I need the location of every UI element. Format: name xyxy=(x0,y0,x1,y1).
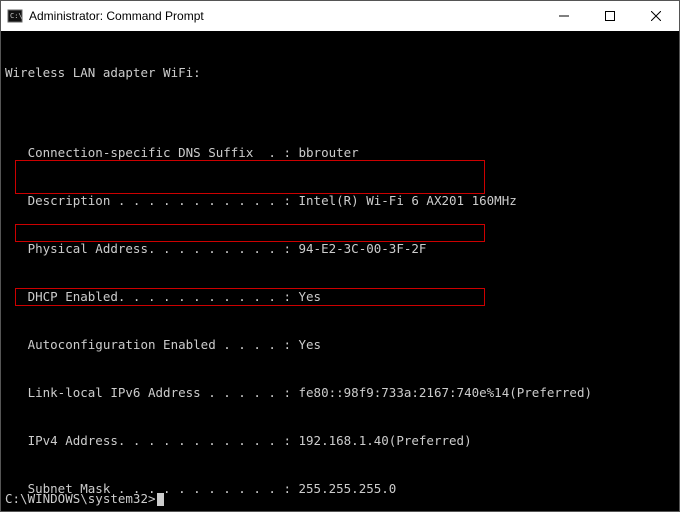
output-line: Wireless LAN adapter WiFi: xyxy=(5,65,675,81)
close-icon xyxy=(651,11,661,21)
prompt-text: C:\WINDOWS\system32> xyxy=(5,491,156,506)
highlight-default-gateway xyxy=(15,224,485,242)
svg-text:C:\: C:\ xyxy=(10,12,23,20)
window-title: Administrator: Command Prompt xyxy=(29,9,204,23)
output-line: DHCP Enabled. . . . . . . . . . . : Yes xyxy=(5,289,675,305)
output-line: IPv4 Address. . . . . . . . . . . : 192.… xyxy=(5,433,675,449)
close-button[interactable] xyxy=(633,1,679,31)
maximize-button[interactable] xyxy=(587,1,633,31)
output-line: Link-local IPv6 Address . . . . . : fe80… xyxy=(5,385,675,401)
command-prompt-window: C:\ Administrator: Command Prompt Wirele… xyxy=(0,0,680,512)
output-line: Physical Address. . . . . . . . . : 94-E… xyxy=(5,241,675,257)
prompt-line[interactable]: C:\WINDOWS\system32> xyxy=(5,491,164,507)
cmd-icon: C:\ xyxy=(7,8,23,24)
output-line: Description . . . . . . . . . . . : Inte… xyxy=(5,193,675,209)
cursor xyxy=(157,493,164,506)
output-line: Autoconfiguration Enabled . . . . : Yes xyxy=(5,337,675,353)
highlight-ipv4-subnet xyxy=(15,160,485,194)
minimize-button[interactable] xyxy=(541,1,587,31)
terminal-output[interactable]: Wireless LAN adapter WiFi: Connection-sp… xyxy=(1,31,679,511)
minimize-icon xyxy=(559,11,569,21)
maximize-icon xyxy=(605,11,615,21)
titlebar[interactable]: C:\ Administrator: Command Prompt xyxy=(1,1,679,31)
output-line: Connection-specific DNS Suffix . : bbrou… xyxy=(5,145,675,161)
